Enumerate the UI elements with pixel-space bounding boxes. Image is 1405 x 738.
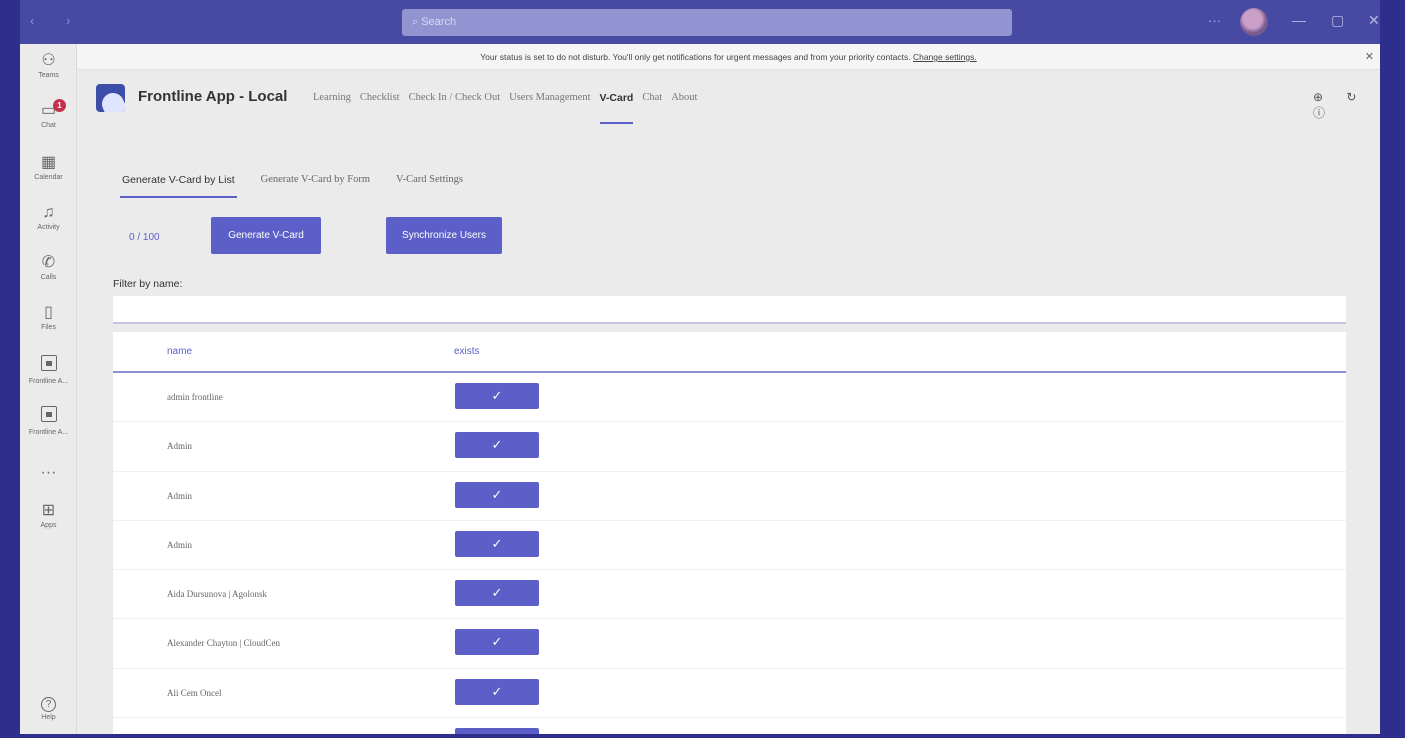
close-icon[interactable]: ✕ [1368, 12, 1380, 29]
rail-label: Frontline A... [28, 429, 69, 436]
synchronize-users-button[interactable]: Synchronize Users [386, 217, 502, 254]
generate-v-card-button[interactable]: Generate V-Card [211, 217, 321, 254]
row-name: admin frontline [167, 392, 223, 402]
check-icon[interactable]: ✓ [455, 383, 539, 409]
subtab-generate-by-list[interactable]: Generate V-Card by List [120, 174, 237, 198]
header-actions-icon[interactable]: ⊕ ↻ ⓘ [1313, 90, 1380, 121]
rail-item-calendar[interactable]: ▦ Calendar [20, 154, 77, 182]
row-name: Aida Dursunova | Agolonsk [167, 589, 268, 600]
tab-checklist[interactable]: Checklist [360, 92, 400, 104]
filter-by-name-input[interactable] [113, 296, 1346, 324]
tab-check-in-out[interactable]: Check In / Check Out [409, 92, 501, 104]
teams-icon: ⚇ [41, 52, 56, 69]
apps-icon: ⊞ [41, 502, 56, 519]
avatar[interactable] [1240, 8, 1268, 36]
check-icon[interactable]: ✓ [455, 481, 539, 508]
subtab-v-card-settings[interactable]: V-Card Settings [396, 174, 463, 186]
filter-label: Filter by name: [113, 278, 183, 290]
v-card-page: Generate V-Card by List Generate V-Card … [77, 128, 1380, 734]
check-icon[interactable]: ✓ [455, 629, 539, 656]
rail-label: Activity [37, 224, 60, 231]
calendar-icon: ▦ [40, 154, 57, 171]
rail-label: Files [41, 324, 56, 331]
tab-v-card[interactable]: V-Card [599, 92, 633, 124]
rail-label: Apps [40, 522, 57, 529]
check-icon[interactable]: ✓ [455, 530, 539, 557]
grid-header: name exists [113, 332, 1346, 373]
rail-label: Calendar [34, 174, 63, 181]
check-icon[interactable]: ✓ [455, 432, 539, 459]
rail-item-teams[interactable]: ⚇ Teams [20, 52, 77, 80]
close-icon[interactable]: ✕ [1365, 44, 1374, 70]
tab-about[interactable]: About [671, 92, 697, 104]
help-icon: ? [41, 697, 56, 712]
rail-more-button[interactable]: ··· [20, 464, 77, 482]
app-title: Frontline App - Local [138, 88, 288, 105]
tab-learning[interactable]: Learning [313, 92, 351, 104]
search-input[interactable]: ⌕ Search [402, 9, 1012, 36]
rail-item-help[interactable]: ? Help [20, 694, 77, 722]
rail-item-calls[interactable]: ✆ Calls [20, 254, 77, 282]
table-row[interactable]: Aida Dursunova | Agolonsk ✓ [113, 570, 1346, 620]
tab-chat[interactable]: Chat [642, 92, 662, 104]
app-icon [40, 406, 57, 422]
app-logo [96, 84, 125, 112]
table-row[interactable]: Ali Cem Oncel ✓ [113, 669, 1346, 719]
left-rail: ⚇ Teams ▭ 1 Chat ▦ Calendar ♫ Activity ✆… [20, 44, 77, 734]
nav-arrows-icon[interactable]: ‹ › [30, 13, 84, 28]
rail-label: Help [41, 714, 56, 721]
bell-icon: ♫ [42, 204, 55, 221]
selection-counter: 0 / 100 [129, 232, 160, 243]
rail-item-apps[interactable]: ⊞ Apps [20, 502, 77, 530]
row-name: Ali Cem Oncel [167, 687, 222, 698]
row-name: Admin [167, 490, 193, 501]
rail-item-chat[interactable]: ▭ 1 Chat [20, 99, 77, 130]
subtab-generate-by-form[interactable]: Generate V-Card by Form [261, 174, 370, 186]
chat-icon: ▭ [40, 102, 57, 119]
rail-item-files[interactable]: ▯ Files [20, 304, 77, 332]
rail-label: Teams [38, 72, 59, 79]
more-icon: ··· [40, 464, 57, 481]
check-icon[interactable]: ✓ [455, 728, 539, 734]
row-name: Alexander Chayton | CloudCen [167, 638, 281, 649]
teams-window: ‹ › ⌕ Search ··· — ▢ ✕ ⚇ Teams ▭ 1 Chat … [20, 0, 1380, 734]
rail-item-frontline-app-2[interactable]: Frontline A... [20, 406, 77, 437]
column-header-exists[interactable]: exists [454, 346, 480, 357]
search-icon: ⌕ [412, 16, 422, 28]
search-placeholder: Search [421, 16, 457, 28]
title-bar: ‹ › ⌕ Search ··· — ▢ ✕ [20, 0, 1380, 44]
rail-label: Chat [41, 122, 56, 129]
table-row[interactable]: Admin ✓ [113, 472, 1346, 521]
table-row[interactable]: Admin ✓ [113, 521, 1346, 571]
users-grid: name exists admin frontline ✓ Admin ✓ Ad… [113, 332, 1346, 734]
maximize-icon[interactable]: ▢ [1331, 12, 1344, 29]
phone-icon: ✆ [41, 254, 56, 271]
more-options-icon[interactable]: ··· [1208, 13, 1221, 28]
column-header-name[interactable]: name [167, 346, 192, 357]
banner-text: Your status is set to do not disturb. Yo… [480, 52, 911, 62]
v-card-subtabs: Generate V-Card by List Generate V-Card … [120, 174, 489, 198]
app-tabs: Learning Checklist Check In / Check Out … [313, 92, 706, 124]
table-row[interactable]: Alexander Chayton | CloudCen ✓ [113, 619, 1346, 669]
rail-label: Calls [40, 274, 57, 281]
row-name: Admin [167, 441, 193, 452]
unread-badge: 1 [53, 99, 66, 112]
rail-label: Frontline A... [28, 378, 69, 385]
file-icon: ▯ [44, 304, 53, 321]
app-header: Frontline App - Local Learning Checklist… [77, 70, 1380, 128]
row-name: Admin [167, 539, 193, 550]
minimize-icon[interactable]: — [1292, 12, 1306, 28]
app-icon [40, 355, 57, 371]
status-banner: Your status is set to do not disturb. Yo… [77, 44, 1380, 70]
check-icon[interactable]: ✓ [455, 580, 539, 607]
rail-item-frontline-app-1[interactable]: Frontline A... [20, 355, 77, 386]
table-row[interactable]: Admin ✓ [113, 422, 1346, 472]
change-settings-link[interactable]: Change settings. [913, 52, 977, 62]
check-icon[interactable]: ✓ [455, 678, 539, 705]
tab-users-management[interactable]: Users Management [509, 92, 590, 104]
rail-item-activity[interactable]: ♫ Activity [20, 204, 77, 232]
table-row[interactable]: admin frontline ✓ [113, 373, 1346, 423]
table-row[interactable]: ✓ [113, 718, 1346, 734]
